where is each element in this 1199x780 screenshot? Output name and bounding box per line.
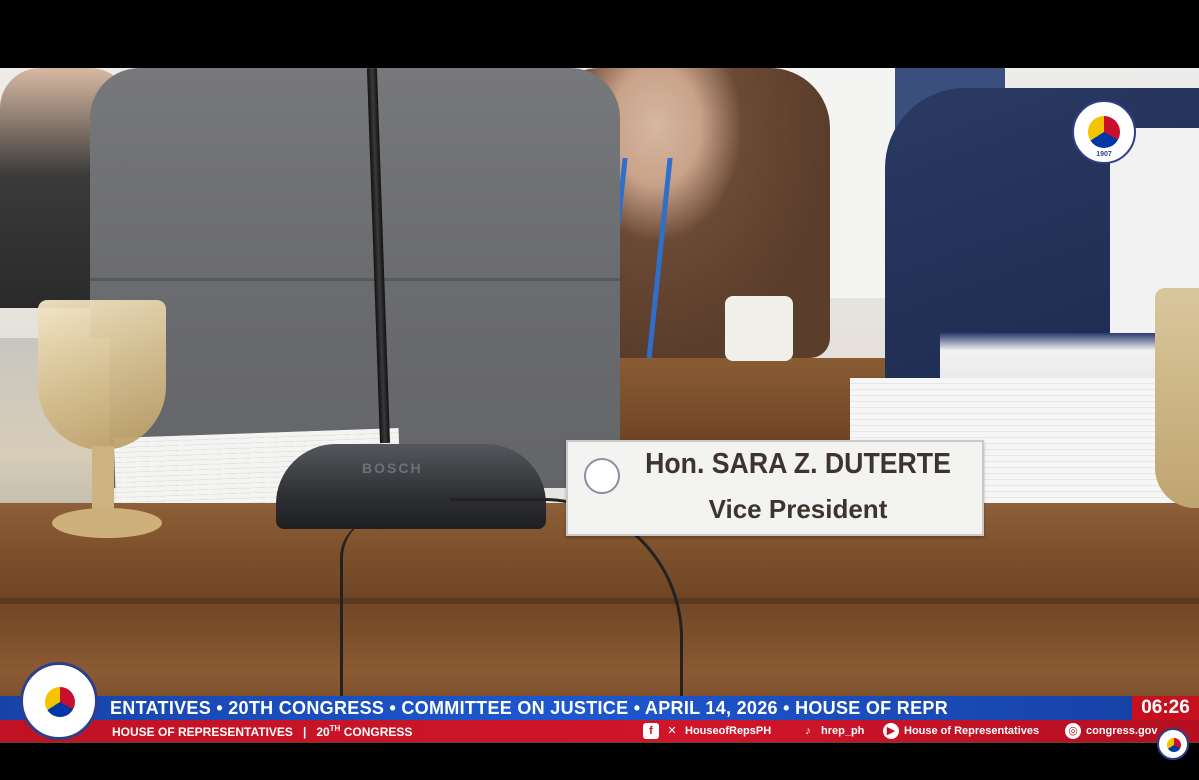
back-desk [610, 358, 890, 443]
ticker-clock: 06:26 [1132, 696, 1199, 720]
seal-shield-icon [1088, 116, 1120, 148]
social-tiktok[interactable]: ♪ hrep_ph [800, 723, 864, 739]
goblet-right [1155, 288, 1199, 508]
ticker-sub-congress-word: CONGRESS [343, 725, 413, 739]
ticker-sub-bar: HOUSE OF REPRESENTATIVES | 20TH CONGRESS… [0, 720, 1199, 742]
ticker-headline-bar: ENTATIVES • 20TH CONGRESS • COMMITTEE ON… [0, 696, 1132, 720]
nameplate-seal-icon [584, 458, 620, 494]
ticker-headline: ENTATIVES • 20TH CONGRESS • COMMITTEE ON… [110, 698, 948, 718]
facebook-icon: f [643, 723, 659, 739]
social-web-url: congress.gov [1086, 725, 1158, 737]
microphone-brand: BOSCH [362, 460, 423, 476]
chair-seam [90, 278, 620, 281]
house-seal-watermark-icon: 1907 [1072, 100, 1136, 164]
x-icon: ✕ [667, 725, 677, 737]
ticker-sub-separator: | [302, 725, 307, 739]
video-frame: BOSCH Hon. SARA Z. DUTERTE Vice Presiden… [0, 68, 1199, 743]
goblet-base [52, 508, 162, 538]
goblet-cup [38, 300, 166, 450]
house-logo-small-icon [1157, 728, 1189, 760]
power-outlet [725, 296, 793, 361]
house-logo-icon [20, 662, 98, 740]
seal-year: 1907 [1096, 151, 1112, 158]
social-web[interactable]: ◎ congress.gov [1065, 723, 1158, 739]
ticker-sub-text: HOUSE OF REPRESENTATIVES | 20TH CONGRESS [112, 724, 412, 739]
nameplate: Hon. SARA Z. DUTERTE Vice President [566, 440, 984, 536]
social-tiktok-handle: hrep_ph [821, 725, 865, 737]
social-youtube-handle: House of Representatives [904, 725, 1040, 737]
social-facebook-x[interactable]: f ✕ HouseofRepsPH [643, 723, 771, 739]
goblet-stem [92, 446, 114, 516]
booklet [940, 333, 1165, 383]
globe-icon: ◎ [1065, 723, 1081, 739]
nameplate-title: Vice President [708, 494, 888, 524]
cable-left [340, 518, 383, 698]
nameplate-name: Hon. SARA Z. DUTERTE [645, 448, 951, 480]
house-logo-shield-icon [45, 687, 75, 717]
social-fb-x-handle: HouseofRepsPH [685, 725, 772, 737]
youtube-icon: ▶ [883, 723, 899, 739]
house-logo-small-shield-icon [1167, 738, 1181, 752]
social-youtube[interactable]: ▶ House of Representatives [883, 723, 1039, 739]
ticker-sub-house: HOUSE OF REPRESENTATIVES [112, 725, 293, 739]
ticker-sub-congress-num: 20 [316, 725, 330, 739]
tiktok-icon: ♪ [805, 725, 811, 737]
ticker-sub-congress-sup: TH [329, 724, 341, 733]
